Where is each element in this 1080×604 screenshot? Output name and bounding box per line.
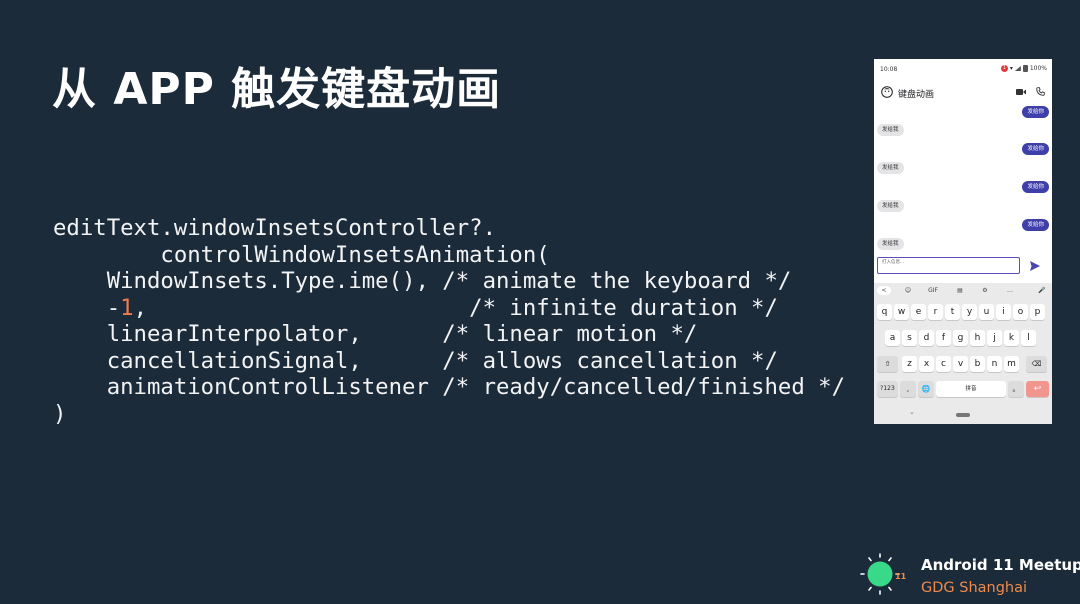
message-input[interactable]: 打入信息... <box>877 257 1020 274</box>
key-x[interactable]: x <box>919 356 934 372</box>
key-d[interactable]: d <box>919 330 934 346</box>
shift-key[interactable]: ⇧ <box>877 356 898 372</box>
key-v[interactable]: v <box>953 356 968 372</box>
nav-back-chevron-icon[interactable]: ⌄ <box>909 408 915 416</box>
status-time: 10:08 <box>880 66 898 73</box>
space-key[interactable]: 拼音 <box>936 381 1006 397</box>
message-bubble-sent: 发给你 <box>1022 143 1049 155</box>
key-h[interactable]: h <box>970 330 985 346</box>
key-l[interactable]: l <box>1021 330 1036 346</box>
wifi-icon: ▾ <box>1009 65 1013 72</box>
video-call-icon[interactable] <box>1016 88 1026 96</box>
key-u[interactable]: u <box>979 304 994 320</box>
key-j[interactable]: j <box>987 330 1002 346</box>
key-y[interactable]: y <box>962 304 977 320</box>
message-bubble-sent: 发给你 <box>1022 106 1049 118</box>
key-o[interactable]: o <box>1013 304 1028 320</box>
message-bubble-received: 发给我 <box>877 162 904 174</box>
symbols-key[interactable]: ?123 <box>877 381 898 397</box>
key-f[interactable]: f <box>936 330 951 346</box>
enter-key[interactable]: ↩ <box>1026 381 1049 397</box>
key-m[interactable]: m <box>1004 356 1019 372</box>
clipboard-icon[interactable]: ▤ <box>954 286 966 295</box>
message-bubble-received: 发给我 <box>877 124 904 136</box>
status-icons: 1 ▾ 100% <box>1000 65 1047 72</box>
globe-icon[interactable]: 🌐 <box>918 381 934 397</box>
message-input-row: 打入信息... <box>874 253 1052 283</box>
emoji-icon[interactable]: ☺ <box>902 286 914 295</box>
notification-badge: 1 <box>1000 65 1008 72</box>
code-line: animationControlListener /* ready/cancel… <box>106 374 846 400</box>
app-title: 键盘动画 <box>898 90 935 100</box>
code-block: editText.windowInsetsController?. contro… <box>53 215 845 427</box>
comma-key[interactable]: , <box>900 381 916 397</box>
key-z[interactable]: z <box>902 356 917 372</box>
settings-icon[interactable]: ⚙ <box>979 286 991 295</box>
brand-title: Android 11 Meetups <box>921 556 1080 574</box>
soft-keyboard: < ☺ GIF ▤ ⚙ … 🎤 q w e r t y u i o p a s … <box>874 283 1052 424</box>
phone-call-icon[interactable] <box>1036 87 1045 96</box>
keyboard-collapse-icon[interactable]: < <box>877 286 891 295</box>
key-n[interactable]: n <box>987 356 1002 372</box>
code-line: -1, /* infinite duration */ <box>53 294 778 321</box>
key-p[interactable]: p <box>1030 304 1045 320</box>
code-line: linearInterpolator, /* linear motion */ <box>106 321 698 347</box>
chat-messages[interactable]: 发给你 发给我 发给你 发给我 发给你 发给我 发给你 发给我 <box>874 105 1052 253</box>
period-key[interactable]: 。 <box>1008 381 1024 397</box>
code-line: controlWindowInsetsAnimation( <box>160 241 550 268</box>
message-bubble-sent: 发给你 <box>1022 181 1049 193</box>
key-w[interactable]: w <box>894 304 909 320</box>
code-line: editText.windowInsetsController?. <box>53 215 496 241</box>
key-b[interactable]: b <box>970 356 985 372</box>
code-number-literal: 1 <box>120 294 134 321</box>
key-i[interactable]: i <box>996 304 1011 320</box>
android-11-logo: 11 <box>860 553 907 595</box>
message-bubble-sent: 发给你 <box>1022 219 1049 231</box>
message-bubble-received: 发给我 <box>877 200 904 212</box>
gif-button[interactable]: GIF <box>925 286 941 295</box>
code-line: cancellationSignal, /* allows cancellati… <box>106 347 778 374</box>
code-line: WindowInsets.Type.ime(), /* animate the … <box>106 268 792 294</box>
battery-icon <box>1022 65 1028 72</box>
key-a[interactable]: a <box>885 330 900 346</box>
key-e[interactable]: e <box>911 304 926 320</box>
gesture-nav-handle[interactable] <box>956 413 970 417</box>
message-input-placeholder: 打入信息... <box>882 260 905 265</box>
brand-subtitle: GDG Shanghai <box>921 580 1028 596</box>
battery-percent: 100% <box>1029 65 1047 72</box>
key-s[interactable]: s <box>902 330 917 346</box>
code-line: ) <box>53 400 67 427</box>
more-icon[interactable]: … <box>1004 286 1016 295</box>
message-bubble-received: 发给我 <box>877 238 904 250</box>
key-t[interactable]: t <box>945 304 960 320</box>
microphone-icon[interactable]: 🎤 <box>1036 286 1048 295</box>
key-c[interactable]: c <box>936 356 951 372</box>
status-bar: 10:08 1 ▾ 100% <box>874 59 1052 79</box>
key-k[interactable]: k <box>1004 330 1019 346</box>
logo-badge: 11 <box>895 572 907 581</box>
key-q[interactable]: q <box>877 304 892 320</box>
avatar-icon[interactable] <box>881 86 893 98</box>
key-r[interactable]: r <box>928 304 943 320</box>
key-g[interactable]: g <box>953 330 968 346</box>
signal-icon <box>1014 66 1021 71</box>
app-bar: 键盘动画 <box>874 81 1052 105</box>
phone-screenshot: 10:08 1 ▾ 100% 键盘动画 发给你 发给我 发给你 发给我 发给你 … <box>874 59 1052 424</box>
keyboard-toolbar: < ☺ GIF ▤ ⚙ … 🎤 <box>874 283 1052 298</box>
send-icon[interactable] <box>1030 261 1040 271</box>
backspace-key[interactable]: ⌫ <box>1026 356 1047 372</box>
slide-title: 从 APP 触发键盘动画 <box>52 64 502 115</box>
